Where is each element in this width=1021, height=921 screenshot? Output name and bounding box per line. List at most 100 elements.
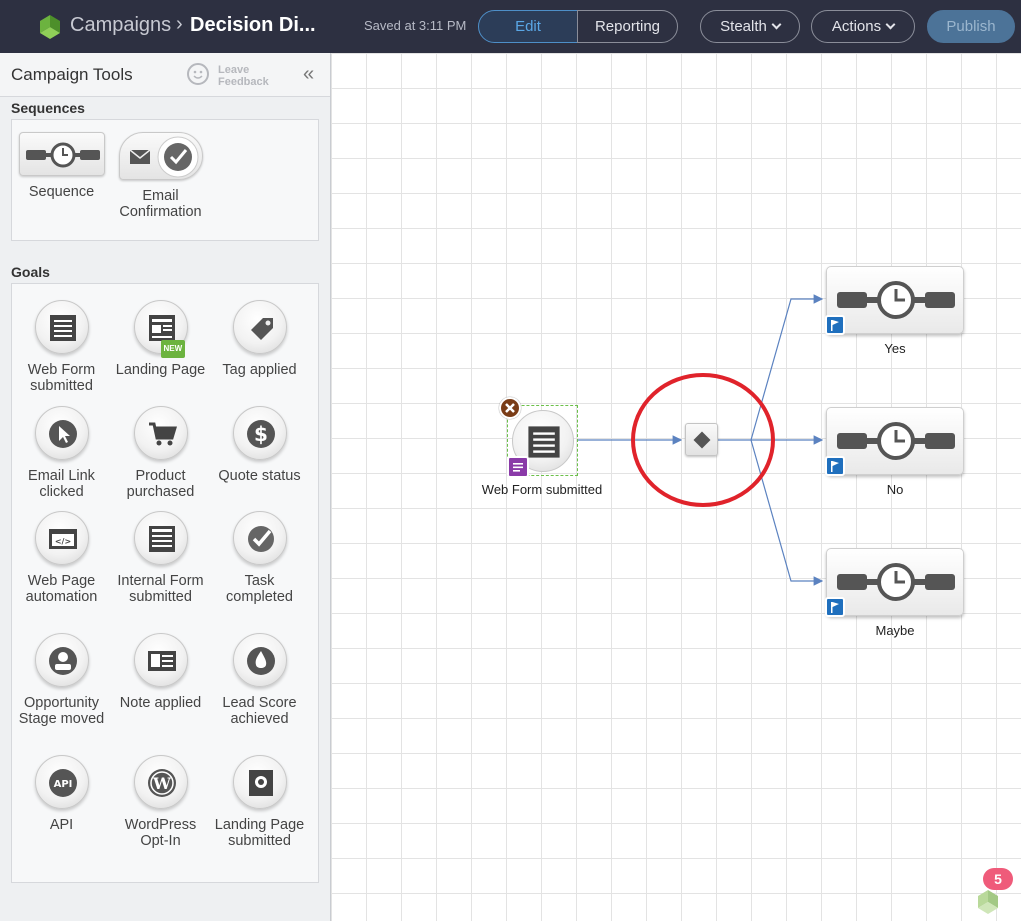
campaign-canvas[interactable]: Web Form submitted Yes No Maybe (331, 53, 1021, 921)
email-confirmation-icon (118, 132, 203, 180)
sequence-node-maybe[interactable] (825, 548, 964, 617)
tool-email-link-clicked[interactable]: Email Link clicked (12, 406, 111, 500)
svg-text:API: API (53, 779, 72, 790)
tool-email-confirmation[interactable]: Email Confirmation (111, 132, 210, 220)
tool-note-applied[interactable]: Note applied (111, 633, 210, 711)
tool-label: Opportunity Stage moved (18, 695, 105, 727)
tool-label: Email Link clicked (28, 468, 95, 500)
landing-page-icon: NEW (133, 300, 188, 358)
sequence-icon (837, 281, 955, 319)
tool-label: Web Page automation (25, 573, 98, 605)
sequences-section-title: Sequences (11, 100, 85, 116)
stealth-label: Stealth (720, 18, 767, 35)
dollar-icon: $ (232, 406, 287, 460)
goals-section-title: Goals (11, 264, 50, 280)
sequences-panel: Sequence Email Confirmation (11, 119, 319, 241)
feedback-line2: Feedback (218, 76, 269, 88)
tool-label: Landing Page submitted (214, 817, 305, 849)
tab-edit[interactable]: Edit (478, 10, 578, 43)
tool-label: Landing Page (115, 362, 206, 378)
tool-web-page-automation[interactable]: </> Web Page automation (12, 511, 111, 605)
check-icon (232, 511, 287, 565)
svg-text:</>: </> (54, 537, 70, 546)
tool-internal-form-submitted[interactable]: Internal Form submitted (111, 511, 210, 605)
svg-text:$: $ (254, 422, 268, 446)
sequence-node-yes[interactable] (825, 266, 964, 335)
sequence-icon (18, 132, 105, 176)
branch-label-yes: Yes (884, 341, 906, 356)
tool-opportunity-stage-moved[interactable]: Opportunity Stage moved (12, 633, 111, 727)
sidebar-title: Campaign Tools (11, 65, 133, 84)
api-icon: API (34, 755, 89, 809)
tool-sequence[interactable]: Sequence (12, 132, 111, 200)
code-icon: </> (34, 511, 89, 565)
tool-label: Internal Form submitted (117, 573, 204, 605)
goals-panel: Web Form submitted NEW Landing Page Tag … (11, 283, 319, 883)
actions-dropdown[interactable]: Actions (811, 10, 915, 43)
wordpress-icon: W (133, 755, 188, 809)
app-logo-icon[interactable] (977, 888, 999, 914)
notification-count-badge[interactable]: 5 (983, 868, 1013, 890)
tool-task-completed[interactable]: Task completed (210, 511, 309, 605)
tool-label: API (49, 817, 74, 833)
new-badge: NEW (160, 340, 186, 358)
cart-icon (133, 406, 188, 460)
tool-lead-score-achieved[interactable]: Lead Score achieved (210, 633, 309, 727)
tool-landing-page-submitted[interactable]: Landing Page submitted (210, 755, 309, 849)
tool-label: WordPress Opt-In (124, 817, 197, 849)
tool-label: Sequence (28, 184, 95, 200)
chevron-down-icon (771, 19, 782, 30)
landing-submit-icon (232, 755, 287, 809)
tool-landing-page[interactable]: NEW Landing Page (111, 300, 210, 378)
web-form-icon (34, 300, 89, 354)
tool-product-purchased[interactable]: Product purchased (111, 406, 210, 500)
tool-label: Quote status (218, 468, 301, 484)
app-logo-icon[interactable] (40, 13, 60, 39)
tool-wordpress-opt-in[interactable]: W WordPress Opt-In (111, 755, 210, 849)
sequence-node-no[interactable] (825, 407, 964, 476)
flag-icon (825, 456, 845, 476)
tool-label: Email Confirmation (119, 188, 202, 220)
internal-form-icon (133, 511, 188, 565)
sidebar-header: Campaign Tools Leave Feedback « (0, 53, 330, 97)
breadcrumb-campaigns[interactable]: Campaigns (70, 14, 171, 37)
tool-label: Lead Score achieved (222, 695, 297, 727)
form-settings-icon[interactable] (507, 456, 529, 478)
tool-label: Tag applied (222, 362, 297, 378)
breadcrumb-separator: › (176, 13, 183, 35)
sequence-icon (837, 422, 955, 460)
feedback-line1: Leave (218, 64, 250, 76)
campaign-tools-sidebar: Campaign Tools Leave Feedback « Sequence… (0, 53, 331, 921)
tag-icon (232, 300, 287, 354)
top-bar: Campaigns › Decision Di... Saved at 3:11… (0, 0, 1021, 53)
collapse-sidebar-icon[interactable]: « (303, 63, 314, 86)
flame-icon (232, 633, 287, 687)
note-icon (133, 633, 188, 687)
leave-feedback-link[interactable]: Leave Feedback (218, 64, 269, 88)
tool-quote-status[interactable]: $ Quote status (210, 406, 309, 484)
page-title: Decision Di... (190, 14, 316, 36)
tool-tag-applied[interactable]: Tag applied (210, 300, 309, 378)
cursor-icon (34, 406, 89, 460)
tool-label: Web Form submitted (27, 362, 96, 394)
branch-label-no: No (886, 482, 904, 497)
highlight-circle (631, 373, 775, 507)
saved-status: Saved at 3:11 PM (364, 18, 467, 33)
tool-label: Product purchased (126, 468, 195, 500)
tool-web-form-submitted[interactable]: Web Form submitted (12, 300, 111, 394)
actions-label: Actions (831, 18, 882, 35)
tool-label: Task completed (226, 573, 293, 605)
smiley-icon[interactable] (187, 63, 209, 85)
person-icon (34, 633, 89, 687)
svg-text:W: W (152, 774, 172, 793)
tab-reporting[interactable]: Reporting (577, 10, 678, 43)
flag-icon (825, 597, 845, 617)
branch-label-maybe: Maybe (875, 623, 915, 638)
delete-node-icon[interactable] (499, 397, 521, 419)
stealth-dropdown[interactable]: Stealth (700, 10, 800, 43)
publish-button[interactable]: Publish (927, 10, 1015, 43)
sequence-icon (837, 563, 955, 601)
tool-label: Note applied (119, 695, 202, 711)
flag-icon (825, 315, 845, 335)
tool-api[interactable]: API API (12, 755, 111, 833)
